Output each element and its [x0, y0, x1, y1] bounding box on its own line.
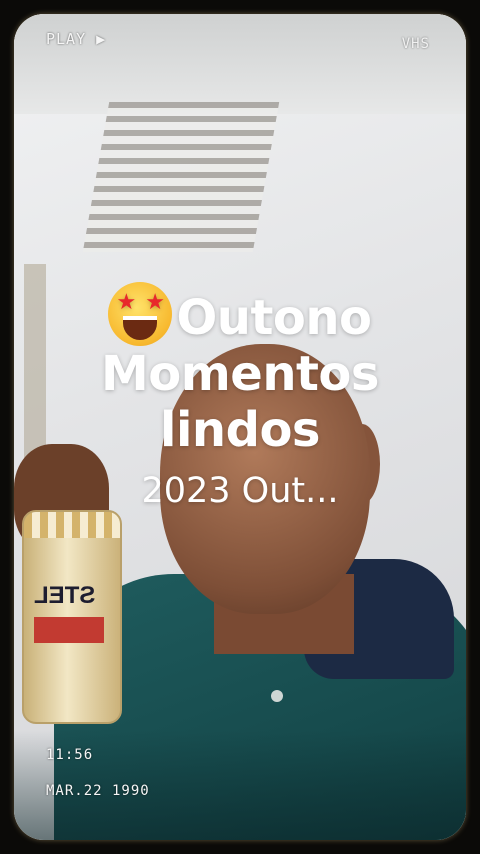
- star-struck-emoji-icon: ★ ★: [108, 282, 173, 346]
- timestamp-time: 11:56: [46, 747, 94, 763]
- memory-subtitle: 2023 Out...: [141, 471, 339, 511]
- photo-beer-can: STEL: [22, 510, 122, 724]
- video-frame: STEL PLAY ▶ VHS 11:56 MAR.22 1990 ★ ★ Out…: [0, 0, 480, 854]
- photo-shirt-button: [271, 690, 283, 702]
- title-line-1: ★ ★ Outono: [0, 282, 480, 346]
- vhs-label: VHS: [401, 36, 430, 52]
- photo-window-shutter: [82, 102, 280, 252]
- photo-ceiling: [14, 14, 466, 114]
- timestamp-date: MAR.22 1990: [46, 783, 150, 799]
- can-label: STEL: [34, 582, 96, 609]
- memory-title-block: ★ ★ Outono Momentos lindos 2023 Out...: [0, 282, 480, 516]
- title-line-2: Momentos: [101, 346, 379, 402]
- title-line-3: lindos: [160, 402, 320, 458]
- play-indicator: PLAY ▶: [46, 30, 107, 48]
- title-text-1: Outono: [176, 290, 372, 346]
- can-red-band: [34, 617, 104, 643]
